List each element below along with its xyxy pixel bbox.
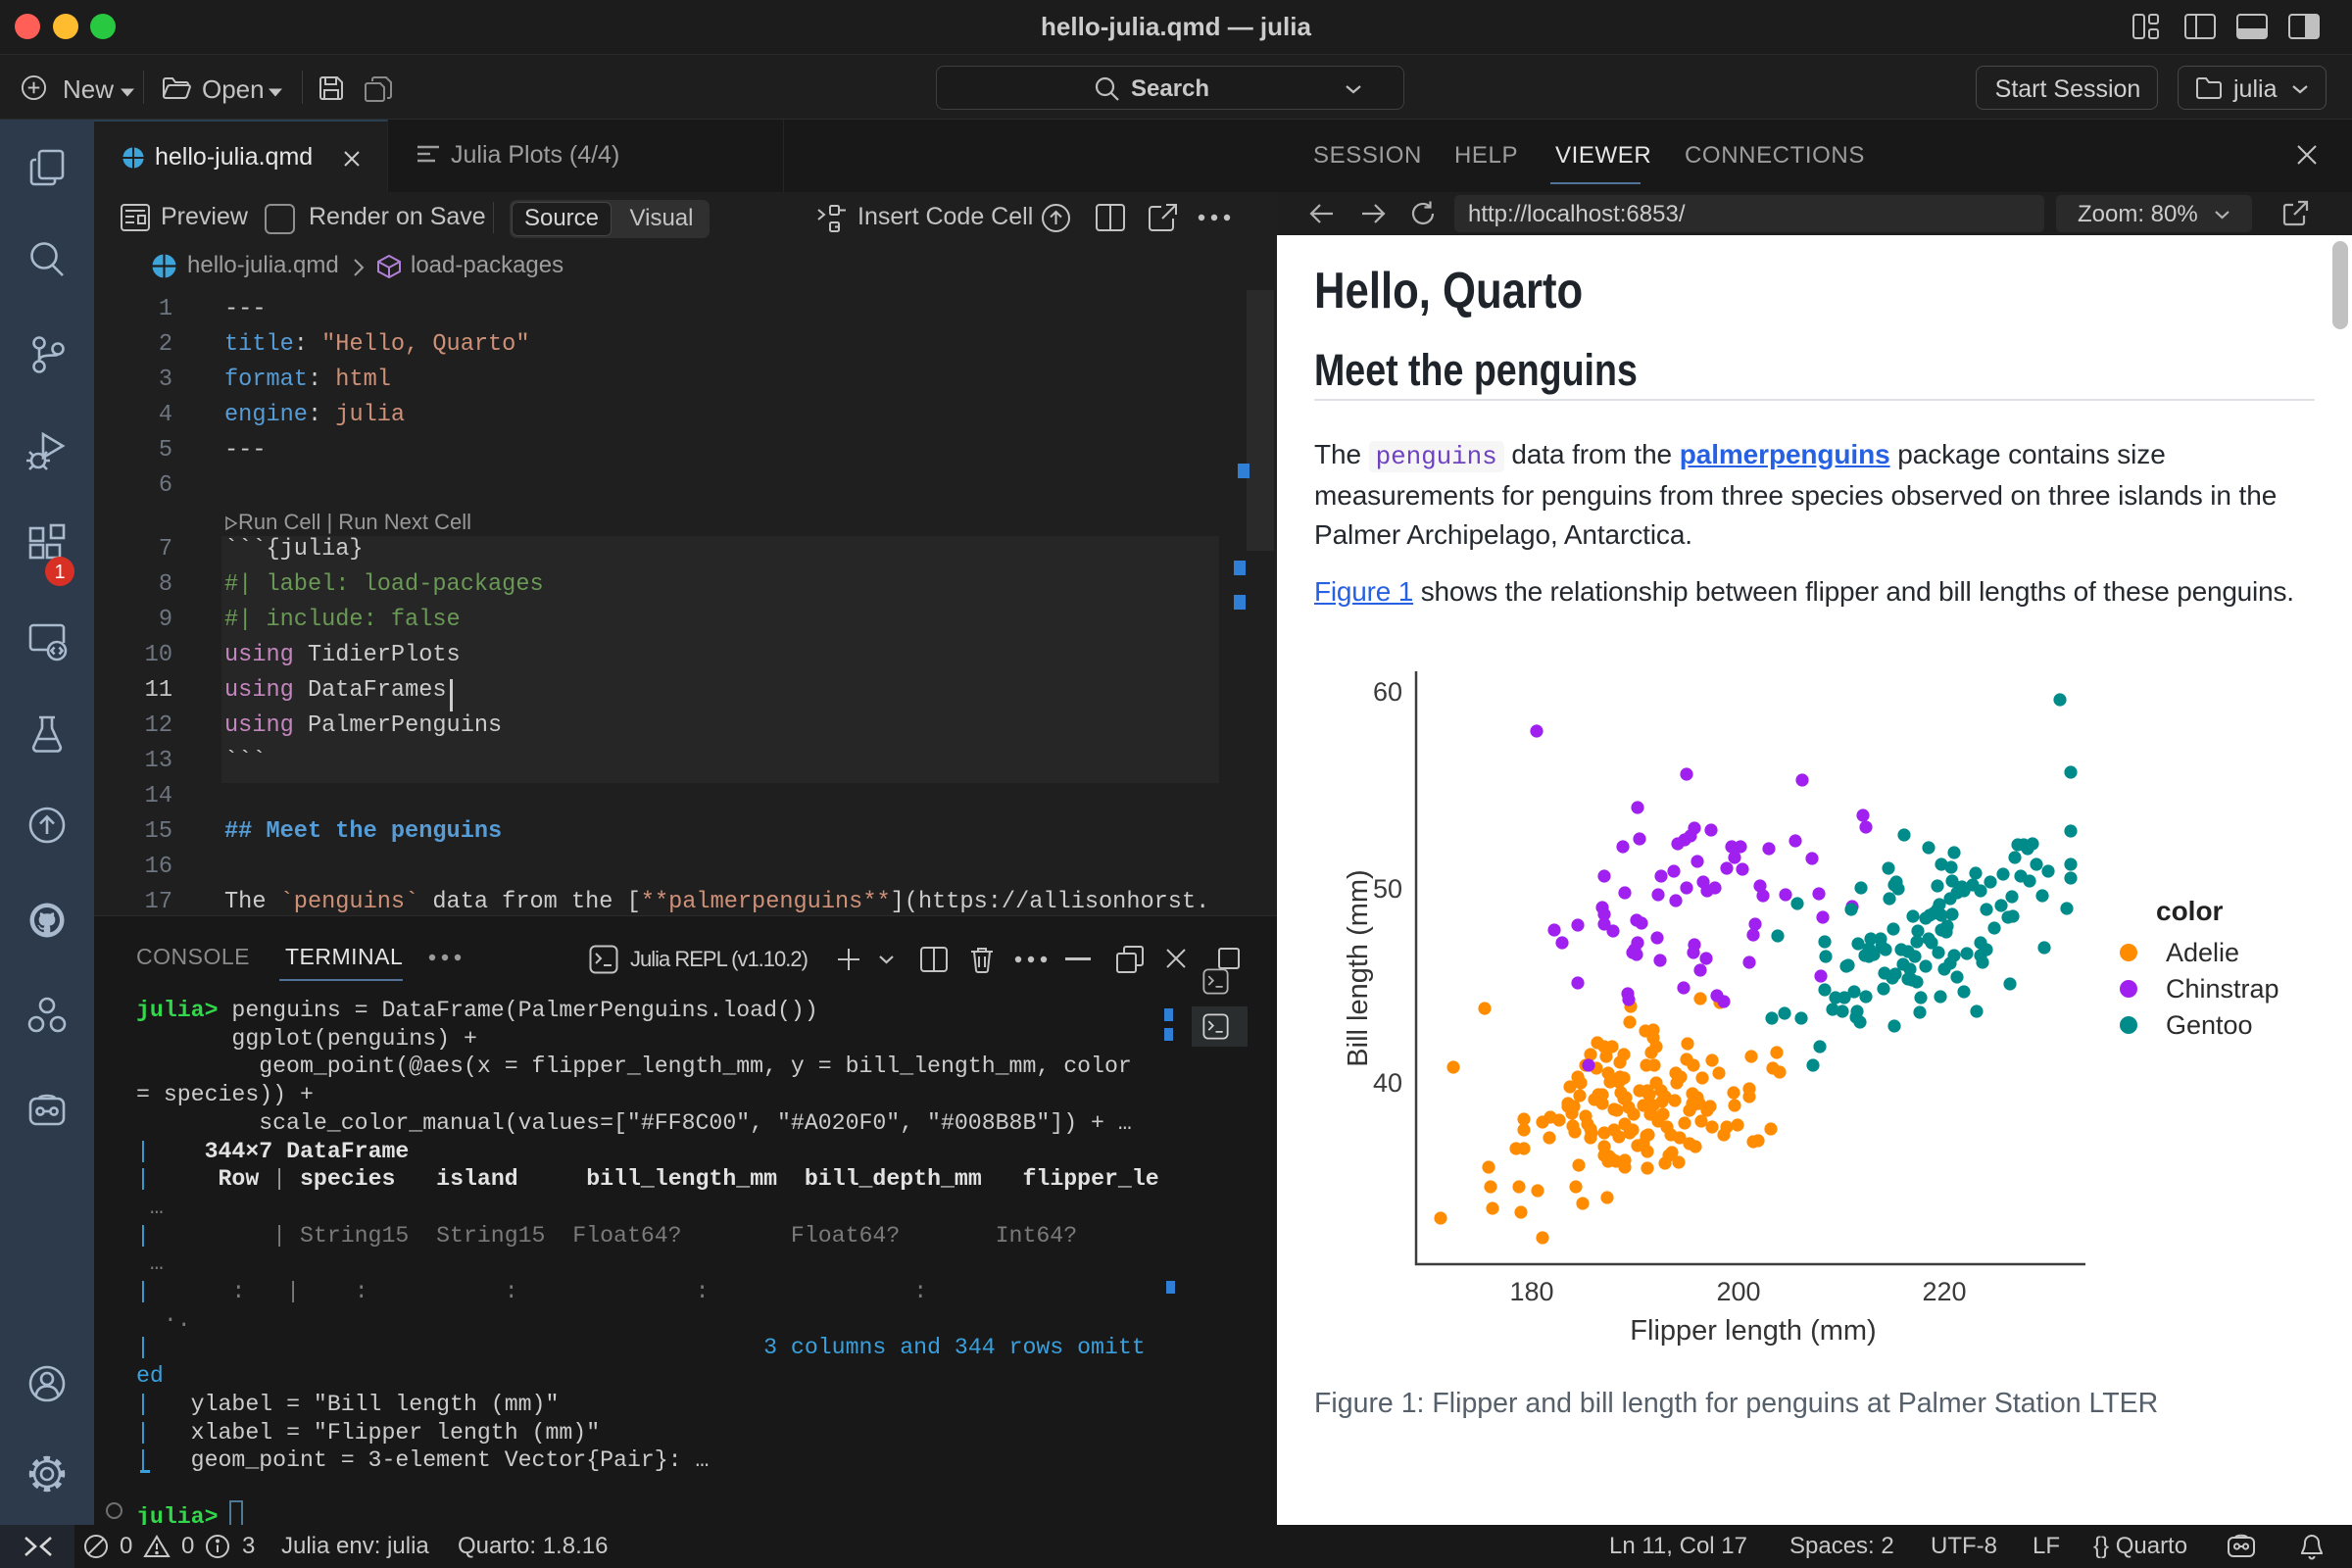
svg-text:60: 60 [1373, 677, 1402, 707]
svg-text:220: 220 [1922, 1277, 1966, 1306]
svg-text:1: 1 [54, 562, 65, 583]
svg-text:180: 180 [1509, 1277, 1553, 1306]
svg-text:color: color [2156, 896, 2224, 926]
svg-text:Gentoo: Gentoo [2166, 1010, 2253, 1040]
svg-text:Flipper length (mm): Flipper length (mm) [1630, 1315, 1876, 1347]
svg-text:Bill length (mm): Bill length (mm) [1343, 869, 1374, 1066]
svg-text:Adelie: Adelie [2166, 938, 2239, 967]
svg-text:40: 40 [1373, 1068, 1402, 1098]
svg-text:Chinstrap: Chinstrap [2166, 974, 2279, 1004]
svg-text:200: 200 [1716, 1277, 1760, 1306]
svg-text:50: 50 [1373, 874, 1402, 904]
